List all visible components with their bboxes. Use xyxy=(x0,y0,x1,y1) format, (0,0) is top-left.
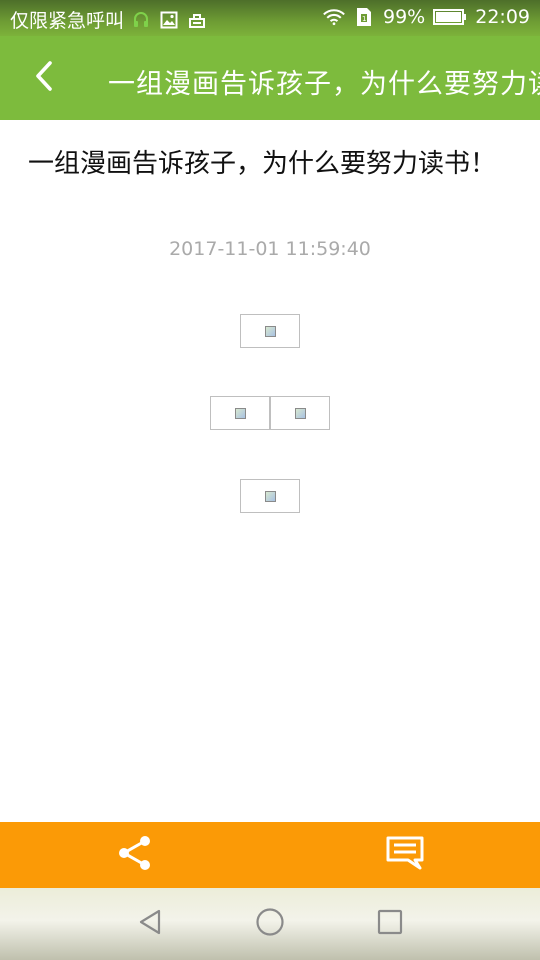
back-button[interactable] xyxy=(22,54,66,102)
square-recents-icon xyxy=(376,908,404,940)
share-button[interactable] xyxy=(105,832,165,878)
clock: 22:09 xyxy=(475,6,530,28)
article-image-4[interactable] xyxy=(240,479,300,513)
battery-percent: 99% xyxy=(383,6,426,28)
nav-recents-button[interactable] xyxy=(368,904,412,944)
article-image-3[interactable] xyxy=(270,396,330,430)
status-bar: 仅限紧急呼叫 1 99% 22:09 xyxy=(0,0,540,36)
article-image-2[interactable] xyxy=(210,396,270,430)
battery-icon xyxy=(433,6,467,28)
notification-icon xyxy=(186,9,208,31)
app-bar-title: 一组漫画告诉孩子，为什么要努力读书！ xyxy=(108,69,540,100)
svg-text:1: 1 xyxy=(362,15,366,23)
broken-image-icon xyxy=(294,407,306,419)
system-nav-bar xyxy=(0,888,540,960)
sim-icon: 1 xyxy=(353,6,375,28)
wifi-icon xyxy=(323,6,345,28)
triangle-back-icon xyxy=(137,908,163,940)
article-image-1[interactable] xyxy=(240,314,300,348)
nav-home-button[interactable] xyxy=(248,904,292,944)
chevron-left-icon xyxy=(34,60,54,96)
broken-image-icon xyxy=(264,325,276,337)
status-right: 1 99% 22:09 xyxy=(323,6,530,28)
comment-button[interactable] xyxy=(375,832,435,878)
broken-image-icon xyxy=(264,490,276,502)
bottom-action-bar xyxy=(0,822,540,888)
article-title: 一组漫画告诉孩子，为什么要努力读书！ xyxy=(28,149,497,179)
broken-image-icon xyxy=(234,407,246,419)
article-timestamp: 2017-11-01 11:59:40 xyxy=(169,238,371,260)
app-bar: 一组漫画告诉孩子，为什么要努力读书！ xyxy=(0,36,540,120)
comment-icon xyxy=(385,835,425,875)
status-left: 仅限紧急呼叫 xyxy=(10,6,208,33)
image-icon xyxy=(158,9,180,31)
nav-back-button[interactable] xyxy=(128,904,172,944)
headset-icon xyxy=(130,9,152,31)
carrier-text: 仅限紧急呼叫 xyxy=(10,10,125,32)
share-icon xyxy=(116,834,154,876)
circle-home-icon xyxy=(255,907,285,941)
